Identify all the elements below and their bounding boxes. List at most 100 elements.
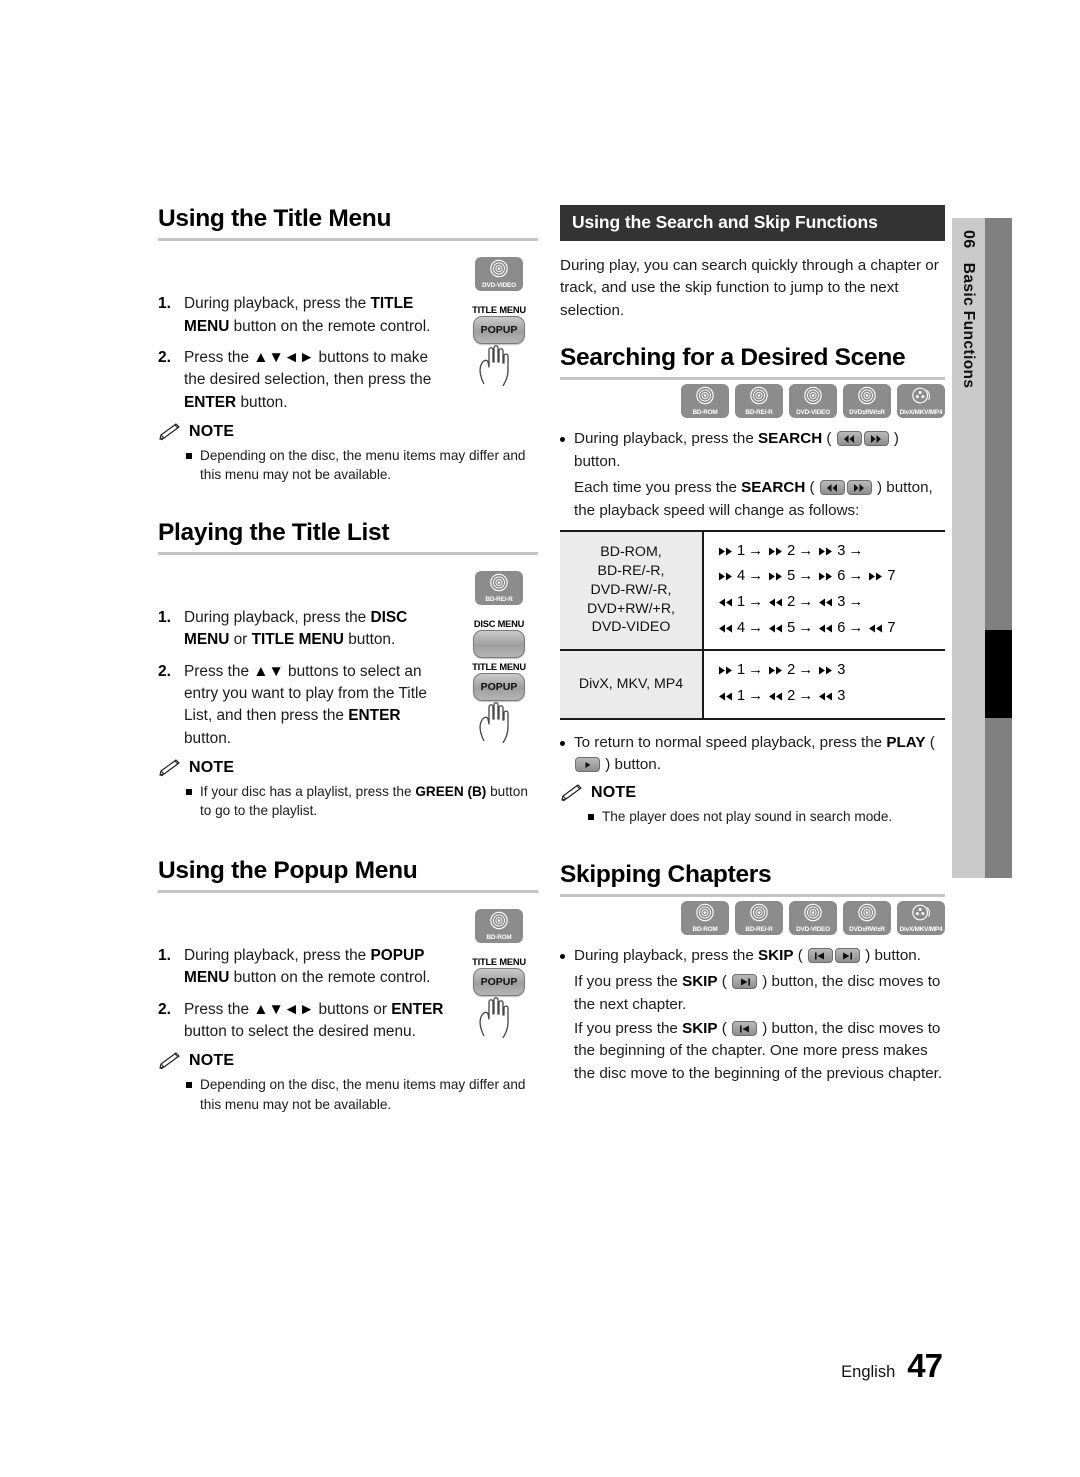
disc-badge-bd-re-r: BD-RE/-R bbox=[735, 901, 783, 936]
heading-rule bbox=[158, 890, 538, 894]
section-heading: Searching for a Desired Scene bbox=[560, 344, 906, 372]
note-label: NOTE bbox=[189, 759, 235, 777]
remote-graphic-title-menu: DVD-VIDEO TITLE MENU POPUP bbox=[460, 257, 538, 386]
sidebar-chapter-text: 06 Basic Functions bbox=[952, 218, 985, 618]
bullet-dot bbox=[560, 437, 565, 443]
note-header: NOTE bbox=[560, 784, 945, 802]
disc-badge-label: BD-RE/-R bbox=[745, 926, 773, 934]
disc-icon bbox=[804, 903, 822, 922]
skip-next-key-icon[interactable] bbox=[834, 948, 860, 964]
manual-page: 06 Basic Functions Using the Title Menu bbox=[0, 0, 1080, 1477]
step-item: 1. During playback, press the POPUP MENU… bbox=[158, 945, 450, 990]
table-cell-disc-types: BD-ROM, BD-RE/-R, DVD-RW/-R, DVD+RW/+R, … bbox=[560, 530, 704, 651]
fast-forward-key-icon[interactable] bbox=[846, 480, 872, 496]
pencil-icon bbox=[159, 423, 180, 441]
left-column: Using the Title Menu DVD-VIDEO TITLE MEN… bbox=[158, 205, 538, 1116]
skip-previous-key-icon[interactable] bbox=[807, 948, 833, 964]
speed-sequence-line: 1 → 2 → 3 → bbox=[718, 590, 945, 616]
section-heading: Using the Popup Menu bbox=[158, 856, 418, 884]
section-heading: Playing the Title List bbox=[158, 518, 390, 546]
heading-rule bbox=[560, 894, 945, 898]
bullet-dot bbox=[560, 954, 565, 960]
step-item: 2. Press the ▲▼ buttons to select an ent… bbox=[158, 661, 450, 750]
fast-forward-key-icon[interactable] bbox=[863, 431, 889, 447]
section-using-the-popup-menu: Using the Popup Menu BD-ROM TITLE MENU P… bbox=[158, 857, 538, 1114]
note-text: Depending on the disc, the menu items ma… bbox=[200, 1077, 526, 1112]
step-text: During playback, press the POPUP MENU bu… bbox=[184, 947, 431, 987]
skip-next-key-icon[interactable] bbox=[732, 974, 758, 990]
bullet-item-skip: During playback, press the SKIP ( ) butt… bbox=[560, 945, 945, 967]
disc-badge-bd-rom: BD-ROM bbox=[681, 384, 729, 419]
note-label: NOTE bbox=[189, 423, 235, 441]
disc-badge-label: DivX/MKV/MP4 bbox=[899, 926, 943, 934]
step-text: During playback, press the TITLE MENU bu… bbox=[184, 295, 431, 335]
disc-icon bbox=[490, 911, 508, 929]
step-number: 2. bbox=[158, 1000, 171, 1018]
sidebar-black-marker bbox=[985, 630, 1012, 718]
disc-badge-bd-re-r: BD-RE/-R bbox=[735, 384, 783, 419]
disc-icon bbox=[490, 573, 508, 591]
remote-graphic-disc-title-menu: BD-RE/-R DISC MENU TITLE MENU POPUP bbox=[460, 570, 538, 743]
section-skipping-chapters: Skipping Chapters BD-ROM BD-RE/-R DVD-VI… bbox=[560, 861, 945, 1086]
play-key-icon[interactable] bbox=[575, 757, 600, 773]
right-column: Using the Search and Skip Functions Duri… bbox=[560, 205, 945, 1087]
disc-type-line: DVD-RW/-R, bbox=[590, 581, 672, 598]
disc-type-line: BD-ROM, bbox=[600, 543, 662, 560]
skip-previous-key-icon[interactable] bbox=[732, 1021, 758, 1037]
heading-rule bbox=[158, 552, 538, 556]
disc-icon bbox=[750, 903, 768, 922]
disc-badge-label: DVD-VIDEO bbox=[796, 926, 830, 934]
footer-language: English bbox=[841, 1363, 896, 1381]
disc-icon bbox=[696, 903, 714, 922]
disc-icon bbox=[490, 259, 508, 278]
sidebar-dark-band bbox=[985, 218, 1012, 878]
step-text: Press the ▲▼◄► buttons or ENTER button t… bbox=[184, 1000, 444, 1041]
note-text: The player does not play sound in search… bbox=[602, 809, 893, 825]
bullet-text: During playback, press the SEARCH ( ) bu… bbox=[574, 430, 899, 470]
disc-icon bbox=[696, 387, 714, 405]
note-label: NOTE bbox=[591, 784, 637, 802]
sidebar-chapter-title: Basic Functions bbox=[960, 262, 977, 389]
speed-sequence-line: 1 → 2 → 3 bbox=[718, 658, 945, 684]
skip-previous-paragraph: If you press the SKIP ( ) button, the di… bbox=[574, 1020, 943, 1082]
step-item: 1. During playback, press the TITLE MENU… bbox=[158, 293, 450, 338]
disc-badge-label: DVD-VIDEO bbox=[482, 282, 516, 289]
disc-badge-row-skip: BD-ROM BD-RE/-R DVD-VIDEO DVD±RW/±R DivX… bbox=[560, 901, 945, 936]
step-item: 2. Press the ▲▼◄► buttons or ENTER butto… bbox=[158, 999, 450, 1044]
fast-forward-glyph bbox=[718, 541, 735, 565]
note-item: The player does not play sound in search… bbox=[560, 807, 945, 826]
note-item: Depending on the disc, the menu items ma… bbox=[158, 1075, 538, 1114]
remote-graphic-popup-menu: BD-ROM TITLE MENU POPUP bbox=[460, 908, 538, 1038]
note-label: NOTE bbox=[189, 1052, 235, 1070]
disc-badge-label: DivX/MKV/MP4 bbox=[899, 409, 943, 417]
rewind-key-icon[interactable] bbox=[836, 431, 862, 447]
bullet-text: During playback, press the SKIP ( ) butt… bbox=[574, 947, 921, 965]
section-playing-the-title-list: Playing the Title List BD-RE/-R DISC MEN… bbox=[158, 519, 538, 821]
step-text: Press the ▲▼ buttons to select an entry … bbox=[184, 662, 427, 747]
note-bullet-square bbox=[186, 453, 192, 460]
note-bullet-square bbox=[588, 814, 594, 821]
note-header: NOTE bbox=[158, 423, 538, 441]
disc-badge-label: BD-ROM bbox=[692, 409, 718, 417]
rewind-key-icon[interactable] bbox=[819, 480, 845, 496]
disc-badge-divx-mkv-mp4: DivX/MKV/MP4 bbox=[897, 384, 945, 419]
section-heading: Skipping Chapters bbox=[560, 860, 772, 888]
table-row: DivX, MKV, MP4 1 → 2 → 3 1 → 2 → 3 bbox=[560, 649, 945, 719]
disc-icon bbox=[804, 387, 822, 405]
pencil-icon bbox=[159, 759, 180, 777]
note-text: If your disc has a playlist, press the G… bbox=[200, 784, 528, 819]
remote-button-label-title-menu: TITLE MENU bbox=[472, 956, 526, 967]
step-number: 1. bbox=[158, 609, 171, 627]
remote-button-disc-menu[interactable] bbox=[473, 629, 525, 658]
disc-badge-label: BD-RE/-R bbox=[485, 595, 513, 603]
pointing-hand-icon bbox=[479, 345, 509, 386]
note-item: If your disc has a playlist, press the G… bbox=[158, 782, 538, 821]
speed-sequence-line: 1 → 2 → 3 → bbox=[718, 539, 945, 565]
heading-rule bbox=[560, 377, 945, 381]
disc-type-line: BD-RE/-R, bbox=[597, 562, 665, 579]
table-cell-disc-types: DivX, MKV, MP4 bbox=[560, 649, 704, 719]
step-text: During playback, press the DISC MENU or … bbox=[184, 609, 408, 649]
disc-type-line: DVD-VIDEO bbox=[591, 619, 671, 636]
disc-badge-dvd-video: DVD-VIDEO bbox=[789, 384, 837, 419]
disc-badge-row-search: BD-ROM BD-RE/-R DVD-VIDEO DVD±RW/±R DivX… bbox=[560, 384, 945, 419]
